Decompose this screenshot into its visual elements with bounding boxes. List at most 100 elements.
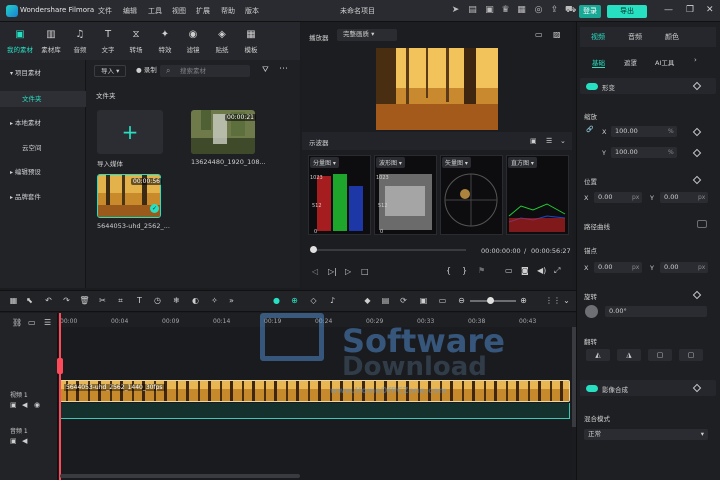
mute-icon[interactable]: ◀ — [22, 437, 27, 445]
flip-vertical-icon[interactable]: ◮ — [617, 349, 641, 361]
mask-icon[interactable]: ▣ — [418, 295, 429, 306]
subtab-basic[interactable]: 基础 — [592, 57, 605, 68]
send-icon[interactable]: ➤ — [450, 5, 461, 16]
menu-help[interactable]: 帮助 — [221, 6, 235, 16]
fullscreen-icon[interactable]: ⤢ — [554, 266, 560, 276]
rotate-left-icon[interactable]: ▢ — [648, 349, 672, 361]
track-manage-icon[interactable]: ▭ — [28, 318, 36, 327]
delete-icon[interactable]: 🗑 — [79, 295, 90, 306]
scope-histogram-dropdown[interactable]: 直方图 ▾ — [508, 157, 537, 168]
link-icon[interactable]: 🔗 — [586, 126, 593, 133]
snap-icon[interactable]: ● — [271, 295, 282, 306]
sidebar-item-edit-presets[interactable]: ▸ 编辑预设 — [0, 164, 86, 180]
tab-video[interactable]: 视频 — [591, 32, 605, 42]
folder-icon[interactable]: ▣ — [10, 401, 17, 409]
grid-icon[interactable]: ⋮⋮ — [545, 295, 561, 306]
tab-audio[interactable]: ♫ 音频 — [66, 28, 94, 54]
play-icon[interactable]: ▷ — [345, 267, 351, 276]
tab-effects[interactable]: ✦ 特效 — [151, 28, 179, 54]
rotate-right-icon[interactable]: ▢ — [679, 349, 703, 361]
auto-icon[interactable]: ⟳ — [398, 295, 409, 306]
sidebar-item-cloud[interactable]: 云空间 — [0, 140, 86, 156]
sidebar-item-project-media[interactable]: ▾ 项目素材 — [0, 65, 86, 81]
add-track-icon[interactable]: ⛓ — [12, 318, 22, 327]
gift-icon[interactable]: ▣ — [484, 5, 495, 16]
flip-horizontal-icon[interactable]: ◭ — [586, 349, 610, 361]
mark-in-icon[interactable]: { — [446, 266, 451, 275]
close-icon[interactable]: ✕ — [706, 5, 714, 15]
compare-icon[interactable]: ▭ — [535, 30, 543, 39]
magnet-icon[interactable]: ⊕ — [289, 295, 300, 306]
tab-templates[interactable]: ▦ 模板 — [237, 28, 265, 54]
search-input[interactable]: 搜索素材 — [160, 65, 250, 77]
crown-icon[interactable]: ♛ — [500, 5, 511, 16]
speed-icon[interactable]: ◷ — [152, 295, 163, 306]
mute-icon[interactable]: ◀ — [22, 401, 27, 409]
sidebar-item-folder[interactable]: 文件夹 — [0, 91, 86, 107]
path-curve-toggle[interactable] — [697, 220, 707, 228]
headset-icon[interactable]: ◎ — [533, 5, 544, 16]
export-button[interactable]: 导出 — [607, 5, 647, 18]
snapshot-icon[interactable]: ▨ — [553, 30, 561, 39]
tab-audio-props[interactable]: 音频 — [628, 32, 642, 42]
zoom-slider-handle[interactable] — [487, 297, 494, 304]
minimize-icon[interactable]: — — [664, 5, 673, 15]
menu-version[interactable]: 版本 — [245, 6, 259, 16]
tab-stickers[interactable]: ◈ 贴纸 — [208, 28, 236, 54]
crop-icon[interactable]: ⌗ — [115, 295, 126, 306]
folder-icon[interactable]: ▣ — [10, 437, 17, 445]
timeline-vscrollbar[interactable] — [572, 327, 576, 427]
tab-stock-library[interactable]: ▥ 素材库 — [37, 28, 65, 54]
step-back-icon[interactable]: ▷| — [328, 267, 337, 276]
subtab-ai-tools[interactable]: AI工具 — [655, 57, 674, 67]
tab-filters[interactable]: ◉ 滤镜 — [179, 28, 207, 54]
stack-icon[interactable]: ▤ — [380, 295, 391, 306]
upload-icon[interactable]: ⇪ — [549, 5, 560, 16]
tab-transitions[interactable]: ⧖ 转场 — [122, 28, 150, 54]
scope-parade-dropdown[interactable]: 分量图 ▾ — [310, 157, 339, 168]
blend-mode-select[interactable]: 正常 ▾ — [584, 429, 708, 440]
compositing-toggle[interactable] — [586, 385, 598, 392]
split-icon[interactable]: ✂ — [97, 295, 108, 306]
zoom-in-icon[interactable]: ⊕ — [518, 295, 529, 306]
layout-icon[interactable]: ▦ — [8, 295, 19, 306]
tab-my-media[interactable]: ▣ 我的素材 — [6, 28, 34, 54]
chevron-down-icon[interactable]: ⌄ — [561, 295, 572, 306]
more-tools-icon[interactable]: » — [226, 295, 237, 306]
freeze-icon[interactable]: ❄ — [171, 295, 182, 306]
playhead[interactable] — [59, 313, 61, 480]
more-icon[interactable]: ⋯ — [279, 64, 288, 74]
image-icon[interactable]: ▦ — [516, 5, 527, 16]
tab-color[interactable]: 颜色 — [665, 32, 679, 42]
chevron-down-icon[interactable]: ⌄ — [560, 137, 566, 145]
scope-list-icon[interactable]: ☰ — [546, 137, 552, 145]
progress-handle[interactable] — [310, 246, 317, 253]
redo-icon[interactable]: ↷ — [61, 295, 72, 306]
record-dropdown[interactable]: ● 录制 — [130, 65, 158, 77]
stop-icon[interactable]: □ — [361, 267, 369, 276]
import-dropdown[interactable]: 导入 ▾ — [94, 65, 126, 77]
maximize-icon[interactable]: ❐ — [686, 5, 694, 15]
login-button[interactable]: 登录 — [579, 5, 601, 18]
zoom-out-icon[interactable]: ⊖ — [456, 295, 467, 306]
timeline-hscrollbar[interactable] — [60, 474, 300, 478]
rotate-field[interactable]: 0.00° — [605, 306, 707, 317]
text-tool-icon[interactable]: T — [134, 295, 145, 306]
marker-icon[interactable]: ⚑ — [478, 266, 485, 275]
ai-icon[interactable]: ✧ — [209, 295, 220, 306]
sidebar-item-local-media[interactable]: ▸ 本地素材 — [0, 115, 86, 131]
camera-icon[interactable]: ◙ — [521, 266, 529, 275]
transform-toggle[interactable] — [586, 83, 598, 90]
menu-extensions[interactable]: 扩展 — [196, 6, 210, 16]
window-icon[interactable]: ▭ — [437, 295, 448, 306]
volume-icon[interactable]: ◀) — [537, 266, 546, 275]
menu-tools[interactable]: 工具 — [148, 6, 162, 16]
display-icon[interactable]: ▭ — [505, 266, 513, 275]
playhead-handle[interactable] — [57, 358, 63, 374]
sidebar-item-brand-kit[interactable]: ▸ 品牌套件 — [0, 189, 86, 205]
select-icon[interactable]: ⬉ — [24, 295, 35, 306]
filter-sort-icon[interactable]: ⛛ — [262, 65, 269, 75]
mark-out-icon[interactable]: } — [462, 266, 467, 275]
import-media-button[interactable]: + — [97, 110, 163, 154]
menu-view[interactable]: 视图 — [172, 6, 186, 16]
